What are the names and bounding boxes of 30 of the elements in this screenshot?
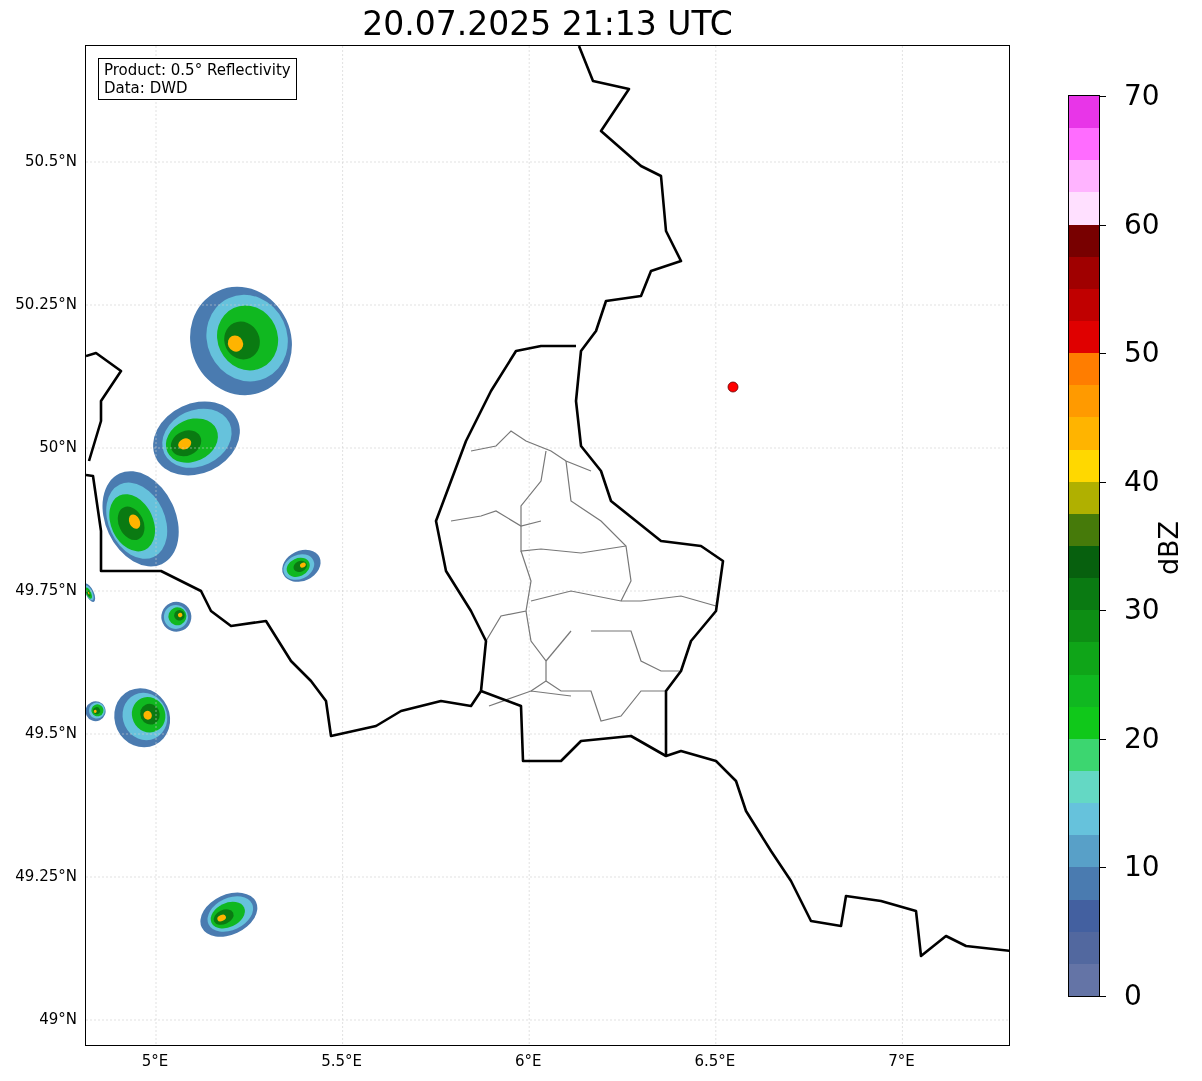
latitude-label: 49.5°N (24, 724, 77, 742)
colorbar-tick-label: 40 (1124, 465, 1160, 498)
longitude-label: 6.5°E (694, 1052, 736, 1070)
colorbar-tick-label: 30 (1124, 594, 1160, 627)
radar-echo (200, 892, 258, 937)
latitude-label: 50.5°N (24, 152, 77, 170)
colorbar-tick-label: 50 (1124, 337, 1160, 370)
latitude-label: 49.25°N (15, 867, 77, 885)
radar-echo (86, 583, 96, 602)
radar-echo (86, 701, 106, 722)
longitude-label: 6°E (514, 1052, 542, 1070)
colorbar-tick-label: 10 (1124, 851, 1160, 884)
colorbar-tick-label: 0 (1124, 980, 1142, 1012)
info-box: Product: 0.5° Reflectivity Data: DWD (98, 58, 297, 100)
colorbar-tick-label: 60 (1124, 208, 1160, 241)
location-marker (727, 381, 739, 393)
latitude-label: 50°N (39, 438, 77, 456)
latitude-label: 49.75°N (15, 581, 77, 599)
longitude-label: 5°E (141, 1052, 169, 1070)
longitude-label: 5.5°E (321, 1052, 362, 1070)
colorbar-label: dBZ (1152, 520, 1184, 576)
colorbar-tick-label: 20 (1124, 722, 1160, 755)
longitude-label: 7°E (888, 1052, 915, 1070)
radar-echo (161, 601, 192, 632)
radar-echo (114, 688, 171, 748)
colorbar-tick-label: 70 (1124, 80, 1160, 112)
radar-echo (282, 549, 321, 582)
latitude-label: 49°N (39, 1010, 77, 1028)
latitude-label: 50.25°N (15, 295, 77, 313)
map-title: 20.07.2025 21:13 UTC (361, 4, 734, 44)
